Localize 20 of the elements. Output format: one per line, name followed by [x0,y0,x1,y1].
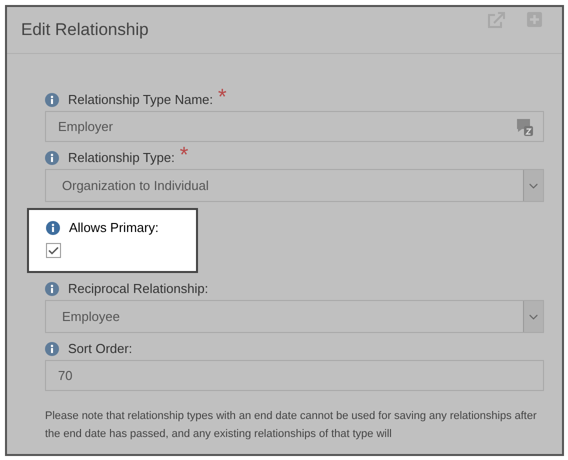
info-icon[interactable] [45,342,59,356]
info-icon[interactable] [45,151,59,165]
input-field[interactable]: Employer [45,111,544,142]
checkbox[interactable] [46,243,61,258]
field-label: Allows Primary: [69,219,159,238]
note-text: Please note that relationship types with an end date cannot be used for saving any relationships after the end date has passed, and any existing relationships of that type will [45,409,538,442]
panel-title: Edit Relationship [21,19,149,42]
info-icon[interactable] [45,93,59,107]
field-label: Reciprocal Relationship: [68,280,208,298]
field-label: Relationship Type: [68,149,175,168]
dropdown[interactable]: Employee [45,300,544,333]
info-icon[interactable] [45,282,59,296]
field-label: Sort Order: [68,340,132,358]
field-label: Relationship Type Name: [68,91,214,110]
input-field[interactable]: 70 [45,360,544,391]
required-asterisk: * [218,87,227,107]
translate-icon[interactable] [516,118,533,136]
required-asterisk: * [180,145,188,165]
info-icon[interactable] [46,221,60,235]
dropdown[interactable]: Organization to Individual [45,169,544,202]
